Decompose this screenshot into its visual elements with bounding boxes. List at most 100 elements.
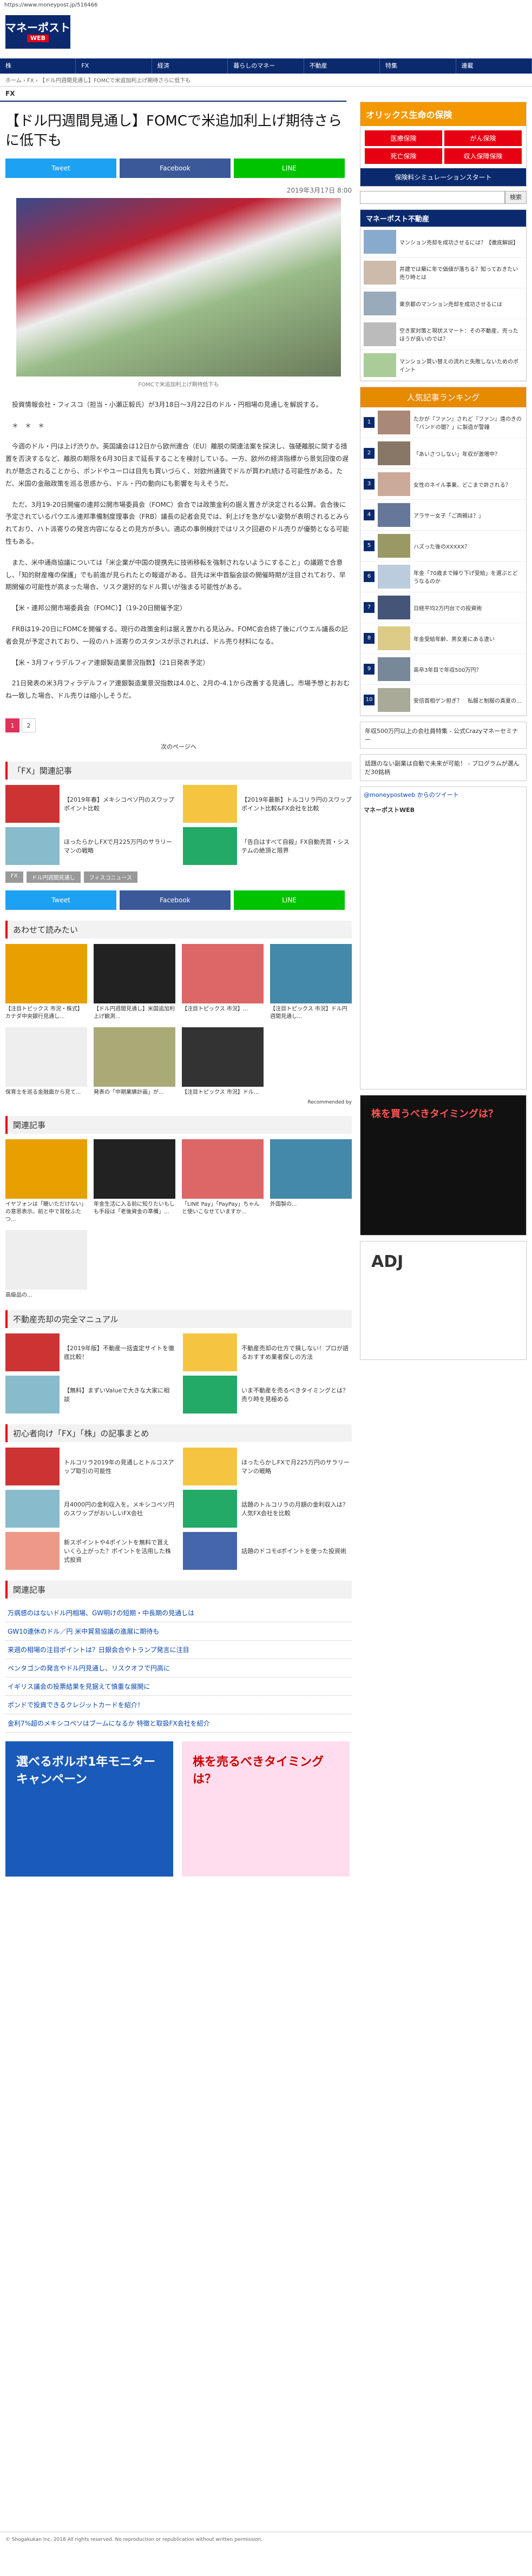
recommend-item[interactable]: 【注目トピックス 市況】... bbox=[182, 943, 264, 1021]
nav-item[interactable]: 株 bbox=[0, 58, 76, 74]
related-link[interactable]: イギリス議会の投票結果を見据えて慎重な展開に bbox=[5, 1677, 352, 1696]
page-1[interactable]: 1 bbox=[5, 718, 19, 732]
twitter-share-button[interactable]: Tweet bbox=[5, 158, 116, 178]
nav-item[interactable]: 経済 bbox=[152, 58, 228, 74]
recommend-item[interactable]: 保育士を巡る金融面から見て... bbox=[5, 1027, 87, 1097]
logo-sub: WEB bbox=[27, 34, 49, 43]
ranking-item[interactable]: 2 「あいさつしない」年収が激増中？ bbox=[360, 438, 526, 469]
recommend-item[interactable]: 【注目トピックス 市況・株式】カナダ中央銀行見通し... bbox=[5, 943, 87, 1021]
nav-item[interactable]: 暮らしのマネー bbox=[228, 58, 304, 74]
line-share-button[interactable]: LINE bbox=[234, 890, 345, 910]
search-input[interactable] bbox=[360, 191, 505, 204]
orix-ad[interactable]: オリックス生命の保険 医療保険 がん保険 死亡保険 収入保障保険 保険料シミュレーショ… bbox=[360, 102, 527, 187]
sidebar-realestate-item[interactable]: 東京都のマンション売却を成功させるには bbox=[360, 288, 526, 319]
recommend2-item[interactable]: 高級品の... bbox=[5, 1230, 87, 1299]
item-title: マンション売却を成功させるには？【徹底解説】 bbox=[399, 240, 518, 246]
ranking-item[interactable]: 7 日経平均2万円台での投資術 bbox=[360, 592, 526, 623]
site-logo[interactable]: マネーポスト WEB bbox=[5, 15, 70, 49]
nav-item[interactable]: 特集 bbox=[380, 58, 456, 74]
ranking-item[interactable]: 10 安倍首相ゲン担ぎ？ 私服と制服の真夏の... bbox=[360, 685, 526, 716]
tag[interactable]: FX bbox=[5, 871, 23, 883]
stock-ad-side[interactable]: 株を買うべきタイミングは？ bbox=[360, 1095, 527, 1236]
nav-item[interactable]: 連載 bbox=[456, 58, 532, 74]
twitter-share-button[interactable]: Tweet bbox=[5, 890, 116, 910]
orix-ad-item[interactable]: がん保険 bbox=[444, 130, 522, 146]
thumbnail bbox=[5, 1139, 87, 1199]
twitter-head[interactable]: @moneypostweb からのツイート bbox=[360, 787, 526, 802]
rank-number: 8 bbox=[364, 633, 375, 644]
orix-ad-footer[interactable]: 保険料シミュレーションスタート bbox=[360, 168, 526, 186]
thumbnail bbox=[364, 292, 396, 315]
page: マネーポスト WEB 株 FX 経済 暮らしのマネー 不動産 特集 連載 ホーム › FX … bbox=[0, 11, 532, 2542]
beginner-item[interactable]: トルコリラ2019年の見通しとトルコスアップ取引の可能性 bbox=[5, 1447, 174, 1485]
orix-ad-item[interactable]: 医療保険 bbox=[365, 130, 442, 146]
beginner-item[interactable]: ほったらかしFXで月225万円のサラリーマンの戦略 bbox=[183, 1447, 352, 1485]
campaign-1[interactable]: 年収500万円以上の会社員特集 - 公式Crazyマネーセミナー bbox=[360, 722, 527, 749]
twitter-widget: @moneypostweb からのツイート マネーポストWEB bbox=[360, 787, 527, 1089]
tag[interactable]: フィスコニュース bbox=[83, 871, 137, 883]
related-link[interactable]: ポンドで投資できるクレジットカードを紹介！ bbox=[5, 1696, 352, 1714]
facebook-share-button[interactable]: Facebook bbox=[120, 890, 231, 910]
ranking-item[interactable]: 6 年金「70歳まで繰り下げ受給」を選ぶとどうなるのか bbox=[360, 562, 526, 592]
orix-ad-item[interactable]: 死亡保険 bbox=[365, 148, 442, 164]
ranking-item[interactable]: 4 アラサー女子「ご両親は？」 bbox=[360, 500, 526, 531]
recommend-item[interactable]: 発表の「中期業績計画」が... bbox=[94, 1027, 175, 1097]
sidebar-realestate-item[interactable]: マンション売却を成功させるには？【徹底解説】 bbox=[360, 227, 526, 257]
related-link[interactable]: 万病感のはないドル円相場、GW明けの短期・中長期の見通しは bbox=[5, 1604, 352, 1622]
volvo-ad[interactable]: 選べるボルボ1年モニターキャンペーン bbox=[5, 1741, 173, 1877]
nav-item[interactable]: FX bbox=[76, 58, 152, 74]
stock-ad[interactable]: 株を売るべきタイミングは？ bbox=[182, 1741, 350, 1877]
adj-ad[interactable]: ADJ bbox=[360, 1241, 527, 1360]
ranking-item[interactable]: 3 女性のネイル事業、どこまで許される？ bbox=[360, 469, 526, 500]
breadcrumb[interactable]: ホーム › FX › 【ドル円週間見通し】FOMCで米追加利上げ期待さらに低下も bbox=[0, 74, 532, 87]
realestate-item[interactable]: 不動産売却の仕方で損しない！プロが語るおすすめ業者探しの方法 bbox=[183, 1333, 352, 1371]
recommend-item[interactable]: 【注目トピックス 市況】ドル円週間見通し... bbox=[270, 943, 352, 1021]
facebook-share-button[interactable]: Facebook bbox=[120, 158, 231, 178]
campaign-2[interactable]: 話題のない副業は自動で未来が可能！ - プログラムが選んだ30銘柄 bbox=[360, 754, 527, 781]
schedule-paragraph: 【米・3月フィラデルフィア連銀製造業景況指数】（21日発表予定） bbox=[12, 658, 209, 666]
related-fx-item[interactable]: 【2019年最新】トルコリラ円のスワップポイント比較&FX会社を比較 bbox=[183, 784, 352, 823]
related-link[interactable]: GW10連休のドル／円 米中貿易協議の進展に期待も bbox=[5, 1622, 352, 1641]
search-button[interactable]: 検索 bbox=[505, 191, 527, 204]
share-bar: Tweet Facebook LINE bbox=[5, 158, 352, 178]
related-link[interactable]: ペンタゴンの発言やドル円見通し、リスクオフで円高に bbox=[5, 1659, 352, 1677]
ranking-box: 人気記事ランキング 1 たかが『ファン』されど『ファン』遠のきの「バンドの闇？」に… bbox=[360, 387, 527, 716]
related-link[interactable]: 来週の相場の注目ポイントは？日銀会合やトランプ発言に注目 bbox=[5, 1641, 352, 1659]
card-title: 【注目トピックス 市況】ドル... bbox=[182, 1089, 259, 1095]
related-link[interactable]: 金利7%超のメキシコペソはブームになるか 特徴と取扱FX会社を紹介 bbox=[5, 1714, 352, 1733]
realestate-item[interactable]: 【無料】まずいValueで大きな大家に相談 bbox=[5, 1375, 174, 1414]
page-2[interactable]: 2 bbox=[22, 718, 36, 732]
related-fx-item[interactable]: ほったらかしFXで月225万円のサラリーマンの戦略 bbox=[5, 827, 174, 865]
ranking-item[interactable]: 5 ハズった後のXXXXX？ bbox=[360, 531, 526, 562]
next-page-link[interactable]: 次のページへ bbox=[5, 742, 352, 751]
ranking-item[interactable]: 1 たかが『ファン』されど『ファン』遠のきの「バンドの闇？」に製造が警鐘 bbox=[360, 407, 526, 438]
ranking-head: 人気記事ランキング bbox=[360, 387, 526, 407]
recommend-item[interactable]: 【ドル円週間見通し】米国追加利上げ観測... bbox=[94, 943, 175, 1021]
address-bar[interactable]: https://www.moneypost.jp/516466 bbox=[0, 0, 532, 11]
recommend2-item[interactable]: 「LINE Pay」「PayPay」ちゃんと使いこなせていますか... bbox=[182, 1139, 264, 1224]
sidebar-realestate-item[interactable]: 井建では築に年で価値が落ちる？知っておきたい売り時とは bbox=[360, 257, 526, 288]
ranking-item[interactable]: 9 高卒3年目で年収500万円？ bbox=[360, 654, 526, 685]
recommend2-item[interactable]: 外国製の... bbox=[270, 1139, 352, 1224]
beginner-item[interactable]: 話題のトルコリラの月額の金利収入は？人気FX会社を比較 bbox=[183, 1489, 352, 1528]
recommend2-item[interactable]: 年金生活に入る前に知りたいもしも手段は「老後資金の準備」... bbox=[94, 1139, 175, 1224]
sidebar-realestate-item[interactable]: マンション買い替えの流れと失敗しないためのポイント bbox=[360, 350, 526, 381]
beginner-item[interactable]: 新スポイントや4ポイントを無料で貰えいくら上がった？ポイントを活用した株式投資 bbox=[5, 1531, 174, 1570]
beginner-item[interactable]: 話題のドコモdポイントを使った投資術 bbox=[183, 1531, 352, 1570]
sidebar-realestate-item[interactable]: 空き家対策と現状スマート：その不動産、売ったほうが良いのでは？ bbox=[360, 319, 526, 350]
thumbnail bbox=[94, 1027, 175, 1087]
recommend2-item[interactable]: イヤフォンは「聴いただけない」の意思表示。前と中で耳栓ふたつ... bbox=[5, 1139, 87, 1224]
realestate-item[interactable]: 【2019年版】不動産一括査定サイトを徹底比較！ bbox=[5, 1333, 174, 1371]
rank-number: 6 bbox=[364, 571, 375, 582]
tag[interactable]: ドル円週間見通し bbox=[26, 871, 81, 883]
ranking-item[interactable]: 8 年金受給年齢、男女差にある違い bbox=[360, 623, 526, 654]
card-title: 【2019年最新】トルコリラ円のスワップポイント比較&FX会社を比較 bbox=[241, 796, 352, 812]
line-share-button[interactable]: LINE bbox=[234, 158, 345, 178]
recommend-item[interactable]: 【注目トピックス 市況】ドル... bbox=[182, 1027, 264, 1097]
beginner-item[interactable]: 月4000円の金利収入を。メキシコペソ円のスワップがおいしいFX会社 bbox=[5, 1489, 174, 1528]
related-fx-item[interactable]: 「告白はすべて自殺」FX自動売買・システムの絶頂と限界 bbox=[183, 827, 352, 865]
nav-item[interactable]: 不動産 bbox=[304, 58, 380, 74]
related-fx-item[interactable]: 【2019年春】メキシコペソ円のスワップポイント比較 bbox=[5, 784, 174, 823]
realestate-item[interactable]: いま不動産を売るべきタイミングとは？売り時を見極める bbox=[183, 1375, 352, 1414]
orix-ad-item[interactable]: 収入保障保険 bbox=[444, 148, 522, 164]
